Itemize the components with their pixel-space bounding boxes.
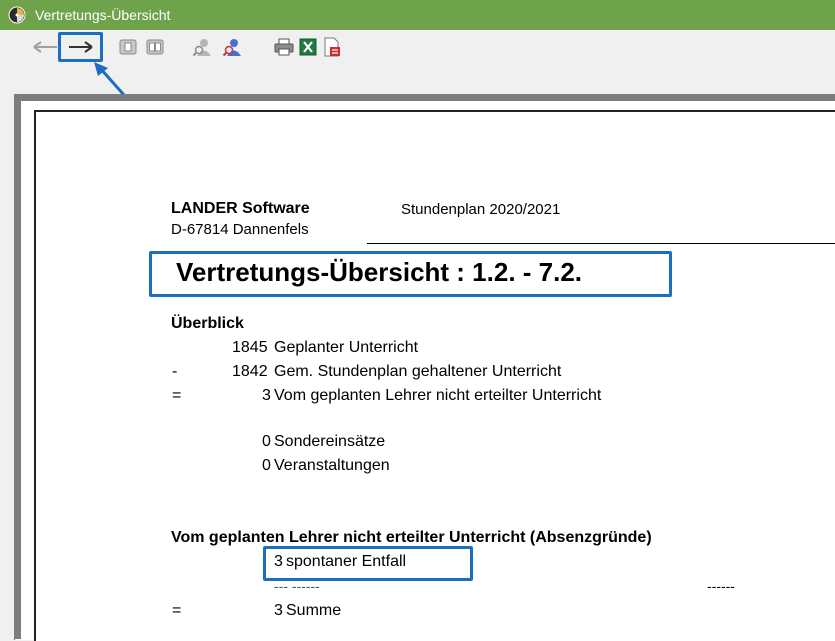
overview-title: Überblick	[171, 315, 244, 332]
sum-op: =	[172, 602, 182, 619]
overview-num-1: 1845	[232, 339, 268, 356]
absence-title: Vom geplanten Lehrer nicht erteilter Unt…	[171, 529, 652, 546]
clock-app-icon	[8, 6, 26, 24]
overview-label-1: Geplanter Unterricht	[274, 339, 419, 356]
heading-highlight	[149, 251, 672, 297]
company-location: D-67814 Dannenfels	[171, 221, 309, 238]
back-arrow-icon	[33, 41, 57, 53]
viewport-shadow-left	[14, 94, 21, 639]
search-person-gray-button[interactable]	[190, 36, 216, 58]
single-page-icon	[119, 39, 137, 55]
overview-op-3: =	[172, 387, 182, 404]
excel-icon	[299, 38, 317, 56]
dashes-left: --- ------	[274, 578, 320, 594]
company-name: LANDER Software	[171, 200, 310, 217]
extra-label-1: Sondereinsätze	[274, 433, 386, 450]
overview-op-2: -	[172, 363, 178, 380]
overview-label-2: Gem. Stundenplan gehaltener Unterricht	[274, 363, 562, 380]
extra-num-2: 0	[262, 457, 271, 474]
sum-num: 3	[274, 602, 283, 619]
search-person-icon	[222, 39, 241, 57]
single-page-button[interactable]	[116, 36, 140, 58]
excel-export-button[interactable]	[296, 36, 320, 58]
overview-label-3: Vom geplanten Lehrer nicht erteilter Unt…	[274, 387, 602, 404]
double-page-icon	[146, 39, 164, 55]
double-page-button[interactable]	[143, 36, 167, 58]
report-page: LANDER Software Stundenplan 2020/2021 D-…	[34, 110, 835, 641]
title-bar: Vertretungs-Übersicht	[0, 0, 835, 30]
search-person-button[interactable]	[220, 36, 246, 58]
back-arrow-button[interactable]	[30, 36, 60, 58]
search-person-gray-icon	[192, 39, 211, 57]
dashes-right: ------	[707, 578, 735, 594]
sum-label: Summe	[286, 602, 342, 619]
header-rule	[367, 243, 835, 244]
pdf-icon	[324, 37, 340, 57]
extra-label-2: Veranstaltungen	[274, 457, 390, 474]
extra-num-1: 0	[262, 433, 271, 450]
overview-num-3: 3	[262, 387, 271, 404]
forward-highlight	[58, 32, 103, 62]
printer-icon	[274, 38, 294, 56]
overview-num-2: 1842	[232, 363, 268, 380]
viewport-shadow-top	[14, 94, 835, 101]
absence-highlight	[263, 546, 473, 581]
window-title: Vertretungs-Übersicht	[35, 7, 171, 23]
print-button[interactable]	[272, 36, 296, 58]
toolbar	[0, 30, 835, 106]
pdf-export-button[interactable]	[320, 36, 344, 58]
schedule-label: Stundenplan 2020/2021	[401, 201, 561, 218]
